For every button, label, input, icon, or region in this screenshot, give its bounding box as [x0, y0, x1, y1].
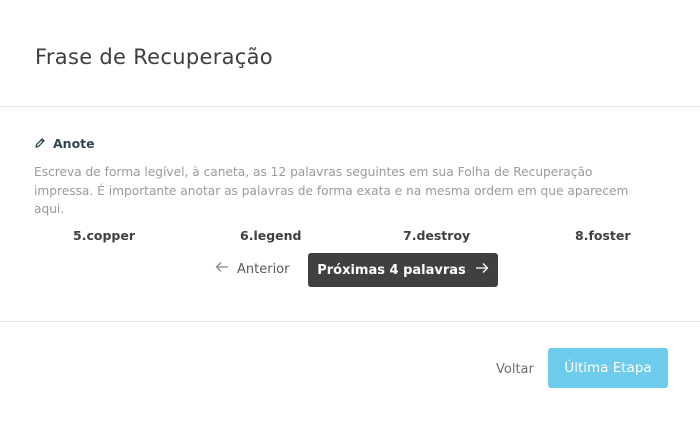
final-step-button[interactable]: Última Etapa — [548, 348, 668, 388]
recovery-phrase-dialog: Frase de Recuperação Anote Escreva de fo… — [0, 0, 700, 425]
pencil-icon — [34, 137, 46, 149]
dialog-footer: Voltar Última Etapa — [0, 323, 700, 425]
word-pager: Anterior Próximas 4 palavras — [0, 253, 700, 287]
note-instructions: Escreva de forma legível, à caneta, as 1… — [34, 165, 629, 216]
next-words-button[interactable]: Próximas 4 palavras — [308, 253, 498, 287]
dialog-body: Anote Escreva de forma legível, à caneta… — [0, 107, 700, 322]
recovery-word: 5.copper — [73, 227, 135, 243]
dialog-title: Frase de Recuperação — [35, 45, 273, 69]
dialog-header: Frase de Recuperação — [0, 0, 700, 107]
arrow-right-icon — [475, 262, 489, 278]
previous-words-button[interactable]: Anterior — [215, 261, 289, 277]
previous-words-label: Anterior — [237, 261, 290, 277]
word-list: 5.copper 6.legend 7.destroy 8.foster — [34, 228, 665, 244]
note-heading-label: Anote — [53, 135, 95, 151]
back-button[interactable]: Voltar — [496, 362, 534, 377]
note-heading: Anote — [34, 135, 665, 151]
next-words-label: Próximas 4 palavras — [317, 262, 466, 278]
recovery-word: 6.legend — [240, 227, 302, 243]
recovery-word: 8.foster — [575, 227, 631, 243]
recovery-word: 7.destroy — [403, 227, 471, 243]
arrow-left-icon — [215, 261, 229, 277]
